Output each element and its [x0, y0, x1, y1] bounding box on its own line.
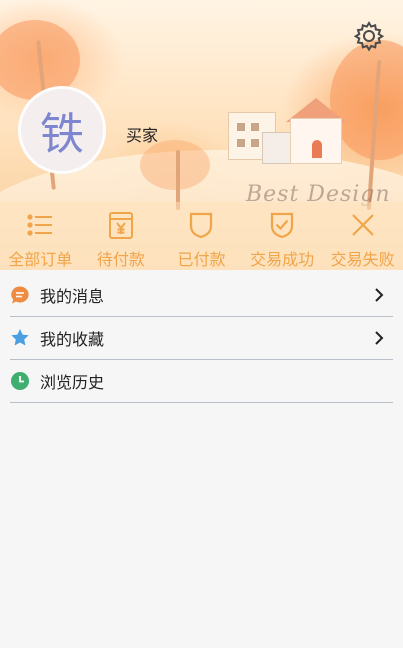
yen-wallet-icon [106, 210, 136, 240]
username: 买家 [126, 126, 159, 145]
banner-door [312, 140, 322, 158]
shield-icon [186, 210, 216, 240]
menu-item-label: 浏览历史 [40, 373, 105, 392]
order-tab-paid[interactable]: 已付款 [161, 202, 242, 270]
order-tab-label: 交易失败 [330, 250, 395, 269]
avatar-text: 铁 [40, 109, 84, 160]
order-tab-label: 全部订单 [8, 250, 73, 269]
order-tab-all[interactable]: 全部订单 [0, 202, 81, 270]
list-icon [25, 210, 55, 240]
clock-icon [10, 371, 30, 391]
star-icon [10, 328, 30, 348]
message-icon [10, 285, 30, 305]
chevron-right-icon [375, 288, 384, 302]
avatar[interactable]: 铁 [18, 86, 106, 174]
profile-menu: 我的消息 我的收藏 浏览历史 [0, 274, 403, 403]
settings-button[interactable] [351, 18, 387, 54]
gear-icon [353, 21, 385, 52]
order-tab-success[interactable]: 交易成功 [242, 202, 323, 270]
order-tab-pending-payment[interactable]: 待付款 [81, 202, 162, 270]
banner-foliage [140, 140, 210, 190]
menu-item-favorites[interactable]: 我的收藏 [10, 317, 393, 360]
order-tab-failed[interactable]: 交易失败 [322, 202, 403, 270]
menu-item-label: 我的收藏 [40, 330, 105, 349]
menu-item-history[interactable]: 浏览历史 [10, 360, 393, 403]
order-tab-label: 交易成功 [250, 250, 315, 269]
chevron-right-icon [375, 331, 384, 345]
banner-tree [176, 150, 180, 210]
order-tab-label: 待付款 [96, 250, 145, 269]
menu-item-messages[interactable]: 我的消息 [10, 274, 393, 317]
order-tab-label: 已付款 [177, 250, 226, 269]
order-status-bar: 全部订单 待付款 已付款 交易成功 交易失败 [0, 202, 403, 270]
close-icon [348, 210, 378, 240]
menu-item-label: 我的消息 [40, 287, 105, 306]
shield-check-icon [267, 210, 297, 240]
profile-header: Best Design 铁 买家 全部订单 待付款 已付款 交易成功 交易失败 [0, 0, 403, 270]
